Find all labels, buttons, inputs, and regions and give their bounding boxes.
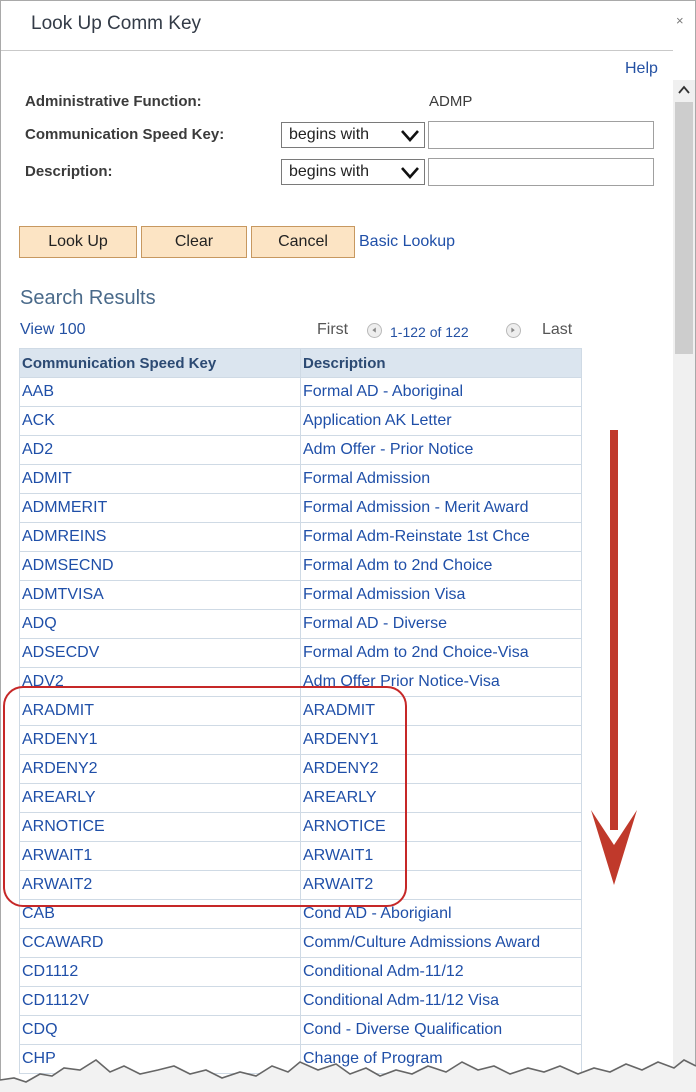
speed-key-link[interactable]: CCAWARD (19, 928, 301, 958)
basic-lookup-link[interactable]: Basic Lookup (359, 233, 455, 251)
column-header-description[interactable]: Description (300, 348, 582, 378)
speed-key-link[interactable]: CD1112V (19, 986, 301, 1016)
chevron-down-icon (401, 130, 419, 142)
description-link[interactable]: Formal Admission - Merit Award (300, 493, 582, 523)
description-link[interactable]: Formal Admission (300, 464, 582, 494)
scroll-down-arrow-annotation-icon (591, 430, 637, 885)
speed-key-input[interactable] (428, 121, 654, 149)
speed-key-operator-value: begins with (289, 126, 370, 143)
grid-header-row: Communication Speed Key Description (19, 348, 582, 378)
table-row[interactable]: ADMREINS Formal Adm-Reinstate 1st Chce (19, 522, 582, 552)
table-row[interactable]: AD2 Adm Offer - Prior Notice (19, 435, 582, 465)
highlight-annotation-box (3, 686, 407, 907)
description-link[interactable]: Formal Adm to 2nd Choice (300, 551, 582, 581)
title-divider (1, 50, 673, 51)
title-bar: Look Up Comm Key × (1, 1, 695, 41)
speed-key-link[interactable]: AD2 (19, 435, 301, 465)
speed-key-link[interactable]: ADMSECND (19, 551, 301, 581)
table-row[interactable]: ADMMERIT Formal Admission - Merit Award (19, 493, 582, 523)
speed-key-label: Communication Speed Key: (25, 126, 225, 143)
table-row[interactable]: ADMIT Formal Admission (19, 464, 582, 494)
description-link[interactable]: Formal AD - Diverse (300, 609, 582, 639)
cancel-button[interactable]: Cancel (251, 226, 355, 258)
description-link[interactable]: Conditional Adm-11/12 (300, 957, 582, 987)
dialog-title: Look Up Comm Key (31, 13, 202, 34)
description-link[interactable]: Formal Admission Visa (300, 580, 582, 610)
speed-key-link[interactable]: AAB (19, 377, 301, 407)
first-label: First (317, 321, 349, 338)
table-row[interactable]: ADSECDV Formal Adm to 2nd Choice-Visa (19, 638, 582, 668)
view-100-link[interactable]: View 100 (20, 321, 86, 339)
search-results-title: Search Results (20, 287, 156, 309)
prev-page-icon[interactable] (367, 323, 382, 338)
close-icon[interactable]: × (676, 14, 684, 27)
speed-key-link[interactable]: CD1112 (19, 957, 301, 987)
help-link[interactable]: Help (625, 60, 658, 78)
table-row[interactable]: CD1112V Conditional Adm-11/12 Visa (19, 986, 582, 1016)
admin-function-value: ADMP (429, 93, 473, 110)
table-row[interactable]: CCAWARD Comm/Culture Admissions Award (19, 928, 582, 958)
admin-function-label: Administrative Function: (25, 93, 202, 110)
results-range: 1-122 of 122 (390, 324, 469, 340)
table-row[interactable]: ACK Application AK Letter (19, 406, 582, 436)
table-row[interactable]: CD1112 Conditional Adm-11/12 (19, 957, 582, 987)
speed-key-link[interactable]: ACK (19, 406, 301, 436)
speed-key-link[interactable]: ADSECDV (19, 638, 301, 668)
speed-key-operator-select[interactable]: begins with (281, 122, 425, 148)
table-row[interactable]: ADMTVISA Formal Admission Visa (19, 580, 582, 610)
description-operator-value: begins with (289, 163, 370, 180)
table-row[interactable]: AAB Formal AD - Aboriginal (19, 377, 582, 407)
description-link[interactable]: Conditional Adm-11/12 Visa (300, 986, 582, 1016)
speed-key-link[interactable]: ADMIT (19, 464, 301, 494)
description-link[interactable]: Formal AD - Aboriginal (300, 377, 582, 407)
description-link[interactable]: Comm/Culture Admissions Award (300, 928, 582, 958)
scrollbar-thumb[interactable] (675, 102, 693, 354)
next-page-icon[interactable] (506, 323, 521, 338)
description-link[interactable]: Adm Offer - Prior Notice (300, 435, 582, 465)
chevron-down-icon (401, 167, 419, 179)
speed-key-link[interactable]: ADMREINS (19, 522, 301, 552)
speed-key-link[interactable]: ADMMERIT (19, 493, 301, 523)
speed-key-link[interactable]: ADQ (19, 609, 301, 639)
description-operator-select[interactable]: begins with (281, 159, 425, 185)
torn-edge-decoration (0, 1059, 696, 1092)
column-header-speed-key[interactable]: Communication Speed Key (19, 348, 301, 378)
last-label: Last (542, 321, 573, 338)
description-link[interactable]: Formal Adm-Reinstate 1st Chce (300, 522, 582, 552)
clear-button[interactable]: Clear (141, 226, 247, 258)
table-row[interactable]: ADQ Formal AD - Diverse (19, 609, 582, 639)
description-input[interactable] (428, 158, 654, 186)
speed-key-link[interactable]: ADMTVISA (19, 580, 301, 610)
lookup-button[interactable]: Look Up (19, 226, 137, 258)
scroll-up-icon[interactable] (677, 83, 691, 97)
description-label: Description: (25, 163, 113, 180)
description-link[interactable]: Formal Adm to 2nd Choice-Visa (300, 638, 582, 668)
table-row[interactable]: ADMSECND Formal Adm to 2nd Choice (19, 551, 582, 581)
description-link[interactable]: Application AK Letter (300, 406, 582, 436)
